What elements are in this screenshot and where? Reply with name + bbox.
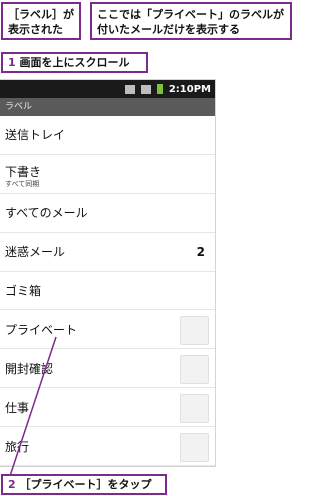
label-name: 送信トレイ: [5, 128, 66, 143]
step-2-number: 2: [8, 478, 16, 491]
label-name: 旅行: [5, 439, 30, 454]
wifi-icon: [124, 84, 135, 94]
status-time: 2:10PM: [168, 83, 211, 95]
step-1-number: 1: [8, 56, 16, 69]
label-name: 仕事: [5, 400, 30, 415]
battery-icon: [156, 84, 163, 94]
label-name: 下書き: [5, 164, 42, 179]
label-name: 開封確認: [5, 361, 54, 376]
step-1-text: 画面を上にスクロール: [19, 56, 130, 69]
label-header: ラベル: [0, 98, 215, 116]
label-color-swatch: [180, 355, 209, 385]
step-2-callout: 2 ［プライベート］をタップ: [1, 474, 167, 495]
callout-label-shown-text: ［ラベル］が表示された: [8, 8, 74, 36]
signal-icon: [140, 84, 151, 94]
label-color-swatch: [180, 316, 209, 346]
label-name: ゴミ箱: [5, 284, 42, 298]
label-row-private[interactable]: プライベート: [0, 310, 215, 350]
label-row-read-receipt[interactable]: 開封確認: [0, 349, 215, 389]
label-sync-status: すべて同期: [5, 179, 40, 188]
label-name: すべてのメール: [5, 206, 88, 221]
label-color-swatch: [180, 433, 209, 463]
label-row-spam[interactable]: 迷惑メール 2: [0, 233, 215, 272]
label-row-outbox[interactable]: 送信トレイ: [0, 116, 215, 155]
label-name: プライベート: [5, 322, 78, 337]
status-bar: 2:10PM: [0, 80, 215, 98]
label-color-swatch: [180, 394, 209, 424]
callout-description-text: ここでは「プライベート」のラベルが付いたメールだけを表示する: [97, 8, 284, 36]
label-row-drafts[interactable]: 下書き すべて同期: [0, 155, 215, 194]
callout-label-shown: ［ラベル］が表示された: [1, 2, 81, 40]
step-2-text: ［プライベート］をタップ: [19, 478, 152, 491]
label-row-trash[interactable]: ゴミ箱: [0, 272, 215, 311]
label-row-travel[interactable]: 旅行: [0, 427, 215, 466]
unread-count: 2: [196, 244, 205, 259]
label-row-work[interactable]: 仕事: [0, 388, 215, 428]
label-row-all-mail[interactable]: すべてのメール: [0, 194, 215, 233]
step-1-callout: 1 画面を上にスクロール: [1, 52, 148, 73]
phone-screen: 2:10PM ラベル 送信トレイ 下書き すべて同期 すべてのメール 迷惑メール…: [0, 79, 216, 467]
label-name: 迷惑メール: [5, 245, 66, 260]
callout-description: ここでは「プライベート」のラベルが付いたメールだけを表示する: [90, 2, 292, 40]
